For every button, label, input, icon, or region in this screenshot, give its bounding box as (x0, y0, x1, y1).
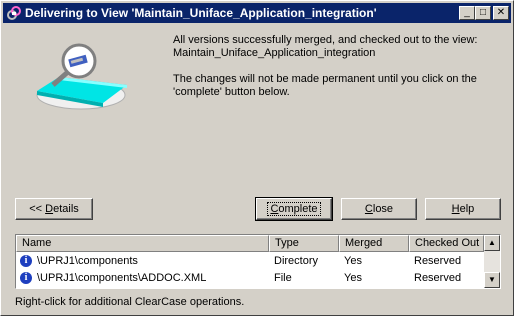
details-key: D (45, 203, 54, 215)
maximize-button[interactable]: □ (475, 6, 491, 20)
table-row[interactable]: i \UPRJ1\components\ADDOC.XML File Yes R… (16, 270, 484, 287)
scroll-up-icon: ▲ (488, 238, 496, 247)
scroll-down-button[interactable]: ▼ (484, 272, 500, 288)
details-button[interactable]: << Details (15, 198, 93, 220)
complete-rest: omplete (278, 203, 318, 215)
scroll-up-button[interactable]: ▲ (484, 235, 500, 251)
minimize-icon: _ (464, 7, 470, 18)
message-line-2: Maintain_Uniface_Application_integration (173, 47, 376, 59)
vertical-scrollbar[interactable]: ▲ ▼ (484, 235, 500, 288)
row-type: File (274, 272, 292, 284)
complete-focus: Complete (267, 202, 321, 216)
row-name: \UPRJ1\components (37, 255, 138, 267)
row-checked-out: Reserved (414, 272, 462, 284)
minimize-button[interactable]: _ (459, 6, 475, 20)
close-rest: lose (372, 203, 394, 215)
row-checked-out: Reserved (414, 255, 462, 267)
column-header-checked-out[interactable]: Checked Out (409, 235, 484, 252)
row-merged: Yes (344, 272, 362, 284)
details-rest: etails (53, 203, 79, 215)
scroll-down-icon: ▼ (488, 275, 496, 284)
row-merged: Yes (344, 255, 362, 267)
window-title: Delivering to View 'Maintain_Uniface_App… (25, 6, 377, 20)
column-header-name[interactable]: Name (16, 235, 269, 252)
merge-magnifier-icon (29, 41, 133, 115)
close-window-button[interactable]: ✕ (493, 6, 509, 20)
deliver-dialog: Delivering to View 'Maintain_Uniface_App… (0, 0, 514, 316)
maximize-icon: □ (479, 7, 487, 18)
message-line-4: 'complete' button below. (173, 86, 290, 98)
message-line-3: The changes will not be made permanent u… (173, 73, 477, 85)
help-button[interactable]: Help (425, 198, 501, 220)
help-rest: elp (459, 203, 475, 215)
close-key: C (364, 203, 373, 215)
row-name: \UPRJ1\components\ADDOC.XML (37, 272, 207, 284)
message-line-1: All versions successfully merged, and ch… (173, 34, 478, 46)
info-icon: i (20, 255, 32, 267)
row-type: Directory (274, 255, 319, 267)
results-list[interactable]: Name Type Merged Checked Out i \UPRJ1\co… (15, 234, 501, 289)
info-icon: i (20, 272, 32, 284)
status-text: Right-click for additional ClearCase ope… (15, 296, 245, 308)
clearcase-app-icon[interactable] (6, 5, 22, 21)
column-header-type[interactable]: Type (269, 235, 339, 252)
title-bar[interactable]: Delivering to View 'Maintain_Uniface_App… (3, 3, 511, 23)
close-icon: ✕ (496, 7, 506, 18)
column-header-merged[interactable]: Merged (339, 235, 409, 252)
close-button[interactable]: Close (341, 198, 417, 220)
help-key: H (451, 203, 460, 215)
details-prefix: << (29, 203, 46, 215)
complete-button[interactable]: Complete (255, 197, 333, 221)
table-row[interactable]: i \UPRJ1\components Directory Yes Reserv… (16, 253, 484, 270)
